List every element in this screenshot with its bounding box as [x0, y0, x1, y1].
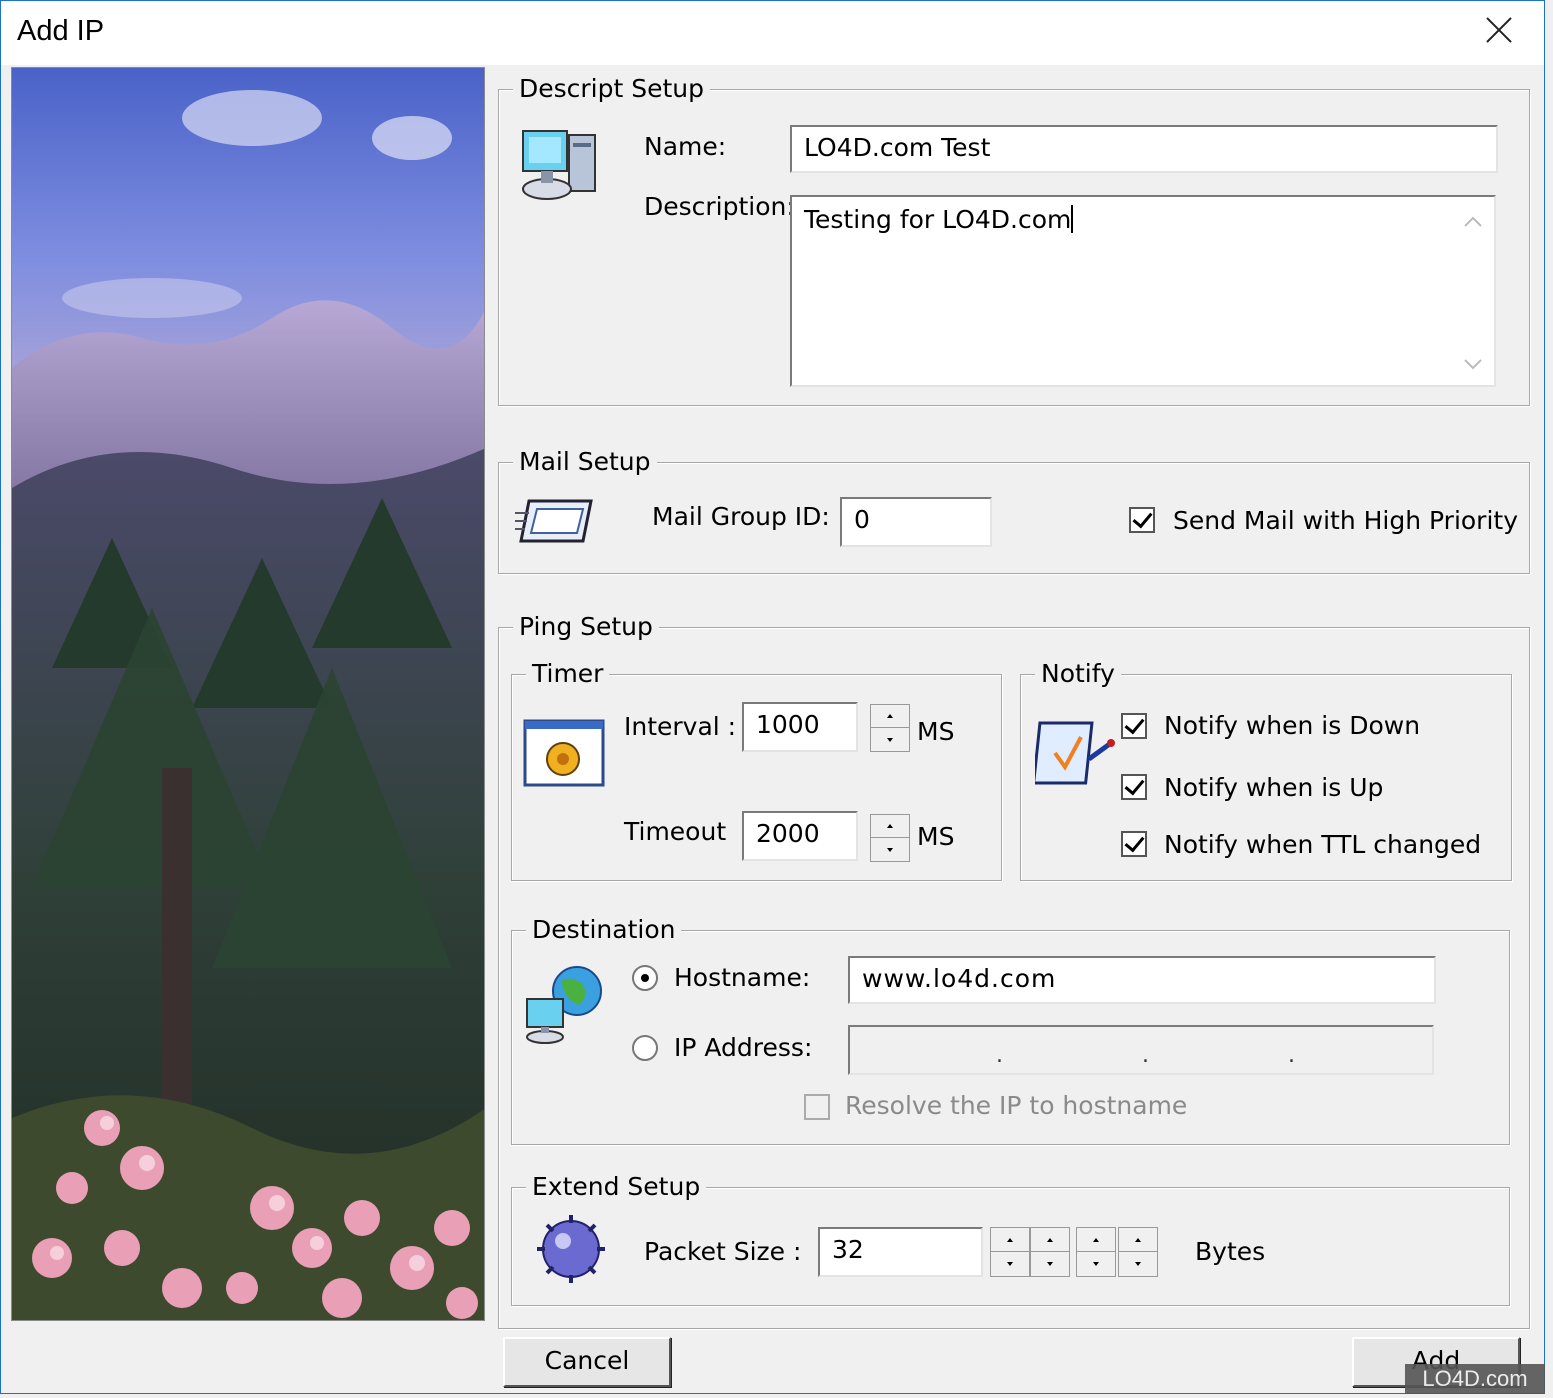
- resolve-ip-label[interactable]: Resolve the IP to hostname: [845, 1091, 1187, 1121]
- description-textarea[interactable]: Testing for LO4D.com: [790, 195, 1496, 387]
- ip-octet-separator: .: [996, 1043, 1003, 1068]
- descript-setup-label: Descript Setup: [513, 74, 711, 104]
- spin-down-icon[interactable]: [1119, 1252, 1157, 1276]
- timeout-spinner[interactable]: [870, 814, 910, 862]
- scroll-down-icon[interactable]: [1463, 357, 1483, 373]
- ping-setup-label: Ping Setup: [513, 612, 659, 642]
- packet-size-input[interactable]: 32: [818, 1227, 983, 1277]
- high-priority-label[interactable]: Send Mail with High Priority: [1173, 506, 1518, 536]
- notify-down-label[interactable]: Notify when is Down: [1164, 711, 1420, 741]
- timeout-unit: MS: [917, 822, 955, 851]
- packet-ball-icon: [537, 1215, 605, 1283]
- packet-spinner-2[interactable]: [1030, 1227, 1070, 1277]
- timer-label: Timer: [526, 659, 610, 689]
- spin-down-icon[interactable]: [1077, 1252, 1115, 1276]
- notify-ttl-label[interactable]: Notify when TTL changed: [1164, 830, 1481, 860]
- packet-spinner-3[interactable]: [1076, 1227, 1116, 1277]
- notify-icon: [1035, 721, 1115, 785]
- notify-up-checkbox[interactable]: [1121, 774, 1147, 800]
- description-label: Description:: [644, 192, 795, 221]
- name-input[interactable]: LO4D.com Test: [790, 125, 1498, 173]
- mail-group-id-input[interactable]: 0: [840, 497, 992, 547]
- notify-down-checkbox[interactable]: [1121, 713, 1147, 739]
- mail-group-id-label: Mail Group ID:: [652, 502, 830, 531]
- ip-address-radio[interactable]: [632, 1035, 658, 1061]
- resolve-ip-checkbox[interactable]: [804, 1094, 830, 1120]
- ip-octet-separator: .: [1288, 1043, 1295, 1068]
- spin-up-icon[interactable]: [1119, 1228, 1157, 1252]
- spin-up-icon[interactable]: [991, 1228, 1029, 1252]
- mail-setup-label: Mail Setup: [513, 447, 657, 477]
- ip-address-input[interactable]: . . .: [848, 1025, 1434, 1075]
- mail-icon: [515, 499, 593, 543]
- text-cursor: [1071, 205, 1074, 233]
- add-ip-dialog: Add IP Descript Setup Name: LO4D.com Tes…: [0, 0, 1545, 1394]
- spin-down-icon[interactable]: [871, 728, 909, 751]
- spin-down-icon[interactable]: [871, 838, 909, 861]
- spin-up-icon[interactable]: [1031, 1228, 1069, 1252]
- description-text: Testing for LO4D.com: [804, 205, 1072, 234]
- interval-label: Interval :: [624, 712, 737, 741]
- ip-octet-separator: .: [1142, 1043, 1149, 1068]
- destination-label: Destination: [526, 915, 682, 945]
- packet-spinner-4[interactable]: [1118, 1227, 1158, 1277]
- spin-down-icon[interactable]: [991, 1252, 1029, 1276]
- spin-down-icon[interactable]: [1031, 1252, 1069, 1276]
- extend-setup-label: Extend Setup: [526, 1172, 707, 1202]
- scroll-up-icon[interactable]: [1463, 213, 1483, 229]
- title-bar: Add IP: [1, 1, 1544, 65]
- cancel-button[interactable]: Cancel: [503, 1337, 671, 1387]
- name-label: Name:: [644, 132, 727, 161]
- spin-up-icon[interactable]: [871, 705, 909, 728]
- window-title: Add IP: [17, 15, 105, 47]
- high-priority-checkbox[interactable]: [1129, 507, 1155, 533]
- notify-label: Notify: [1035, 659, 1121, 689]
- interval-unit: MS: [917, 717, 955, 746]
- network-globe-icon: [526, 966, 602, 1044]
- notify-ttl-checkbox[interactable]: [1121, 831, 1147, 857]
- packet-size-unit: Bytes: [1195, 1237, 1266, 1266]
- packet-spinner-1[interactable]: [990, 1227, 1030, 1277]
- ip-address-label[interactable]: IP Address:: [674, 1033, 812, 1063]
- hostname-label[interactable]: Hostname:: [674, 963, 810, 993]
- computer-icon: [522, 130, 596, 200]
- spin-up-icon[interactable]: [871, 815, 909, 838]
- interval-spinner[interactable]: [870, 704, 910, 752]
- hostname-radio[interactable]: [632, 965, 658, 991]
- watermark-logo: LO4D.com: [1405, 1364, 1545, 1394]
- timer-icon: [523, 719, 605, 787]
- packet-size-label: Packet Size :: [644, 1237, 802, 1266]
- timeout-label: Timeout: [624, 817, 727, 846]
- close-icon[interactable]: [1478, 9, 1522, 53]
- hostname-input[interactable]: www.lo4d.com: [848, 956, 1436, 1004]
- interval-input[interactable]: 1000: [742, 702, 858, 752]
- spin-up-icon[interactable]: [1077, 1228, 1115, 1252]
- timeout-input[interactable]: 2000: [742, 811, 858, 861]
- notify-up-label[interactable]: Notify when is Up: [1164, 773, 1383, 803]
- landscape-image: [11, 67, 485, 1321]
